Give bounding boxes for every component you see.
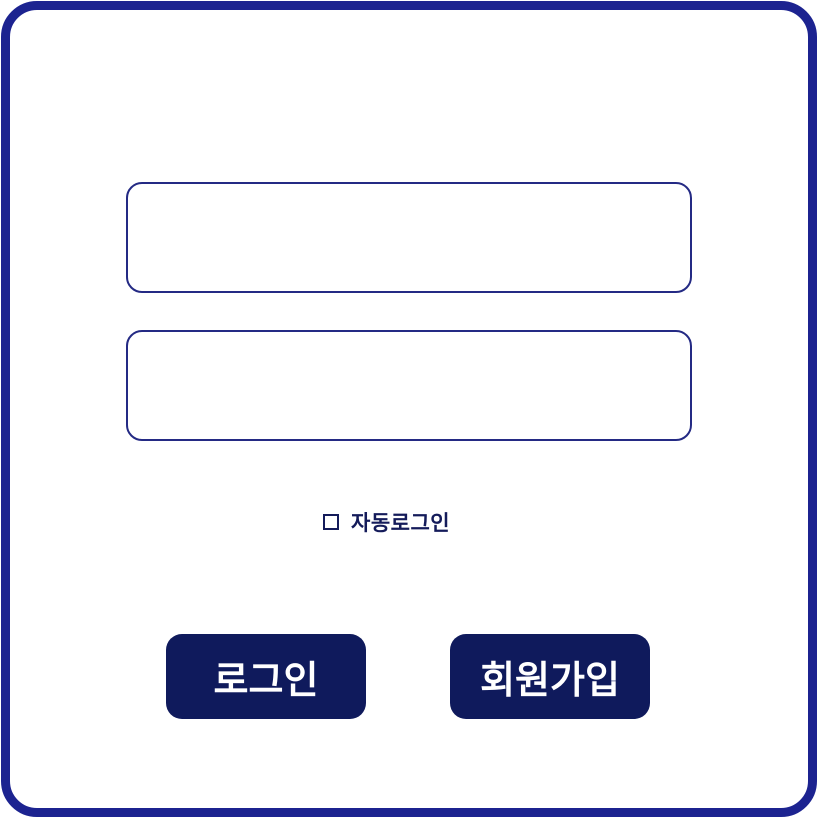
login-button[interactable]: 로그인 [166,634,366,719]
signup-button[interactable]: 회원가입 [450,634,650,719]
checkbox-unchecked-icon[interactable] [323,514,339,530]
auto-login-option[interactable]: 자동로그인 [323,506,450,538]
password-input[interactable] [126,330,692,441]
auto-login-label: 자동로그인 [351,511,451,535]
username-input[interactable] [126,182,692,293]
